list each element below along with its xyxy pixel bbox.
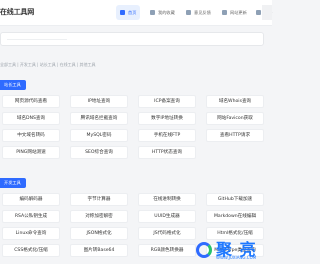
search-input[interactable] xyxy=(0,32,264,46)
tool-item[interactable]: 对称加密解密 xyxy=(70,210,128,223)
category-filter[interactable]: 全部工具 | 开发工具 | 站长工具 | 在线工具 | 其他工具 xyxy=(0,62,96,68)
tool-item[interactable]: 腾讯域名拦截查询 xyxy=(70,112,128,125)
about-icon xyxy=(256,10,261,15)
header-right-edge xyxy=(262,5,272,20)
tool-item[interactable]: RSA公私钥生成 xyxy=(2,210,60,223)
tool-item[interactable]: 域名DNS查询 xyxy=(2,112,60,125)
tool-item[interactable]: 在线进制转换 xyxy=(138,193,196,206)
tool-item[interactable]: 网站Favicon获取 xyxy=(206,112,264,125)
section-header-webmaster: 站长工具 xyxy=(0,80,272,90)
top-header: 在线工具网 首页 我的收藏 意见反馈 网站更新 关于 xyxy=(0,0,272,26)
tool-item[interactable]: 图片转Base64 xyxy=(70,244,128,257)
search-placeholder-line xyxy=(7,39,67,40)
tool-item[interactable]: Linux命令查询 xyxy=(2,227,60,240)
nav-label: 首页 xyxy=(128,9,137,15)
nav-home[interactable]: 首页 xyxy=(116,5,141,20)
tool-item[interactable]: MySQL密码 xyxy=(70,129,128,142)
tool-item[interactable]: PING网站测速 xyxy=(2,146,60,159)
tool-item[interactable]: HTTP状态查询 xyxy=(138,146,196,159)
tool-item[interactable]: SEO综合查询 xyxy=(70,146,128,159)
watermark-logo: 聚 亮 WWW.JUXIANG.COM xyxy=(196,236,272,264)
tool-item[interactable]: ICP备案查询 xyxy=(138,95,196,108)
tool-item[interactable]: JSON格式化 xyxy=(70,227,128,240)
nav-label: 网站更新 xyxy=(230,9,247,15)
nav-label: 我的收藏 xyxy=(158,9,175,15)
section-title: 开发工具 xyxy=(0,178,26,188)
tool-item[interactable]: CSS格式化/压缩 xyxy=(2,244,60,257)
section-title: 站长工具 xyxy=(0,80,26,90)
watermark-subtext: WWW.JUXIANG.COM xyxy=(216,255,257,260)
tool-item[interactable]: UUID生成器 xyxy=(138,210,196,223)
section-header-developer: 开发工具 xyxy=(0,178,272,188)
tool-item[interactable]: Markdown在线编辑 xyxy=(206,210,264,223)
update-icon xyxy=(222,10,227,15)
tool-item[interactable]: GitHub下载加速 xyxy=(206,193,264,206)
tool-item[interactable]: 手机在线FTP xyxy=(138,129,196,142)
tool-item[interactable]: 中文域名转码 xyxy=(2,129,60,142)
nav-updates[interactable]: 网站更新 xyxy=(218,5,251,20)
tool-item[interactable]: 数字IP地址转换 xyxy=(138,112,196,125)
tool-item[interactable]: 编码解码器 xyxy=(2,193,60,206)
tool-item[interactable]: IP地址查询 xyxy=(70,95,128,108)
nav-feedback[interactable]: 意见反馈 xyxy=(182,5,215,20)
logo-icon xyxy=(196,242,212,258)
site-title[interactable]: 在线工具网 xyxy=(0,7,34,17)
star-icon xyxy=(150,10,155,15)
tool-item[interactable]: 字节计算器 xyxy=(70,193,128,206)
tool-item[interactable]: 查看HTTP请求 xyxy=(206,129,264,142)
feedback-icon xyxy=(186,10,191,15)
nav-label: 意见反馈 xyxy=(194,9,211,15)
nav-favorites[interactable]: 我的收藏 xyxy=(146,5,179,20)
tool-item[interactable]: 域名Whois查询 xyxy=(206,95,264,108)
tool-item[interactable]: JS代码格式化 xyxy=(138,227,196,240)
home-icon xyxy=(120,10,125,15)
tool-item[interactable]: 网页源代码查看 xyxy=(2,95,60,108)
tool-item[interactable]: RGB颜色转换器 xyxy=(138,244,196,257)
